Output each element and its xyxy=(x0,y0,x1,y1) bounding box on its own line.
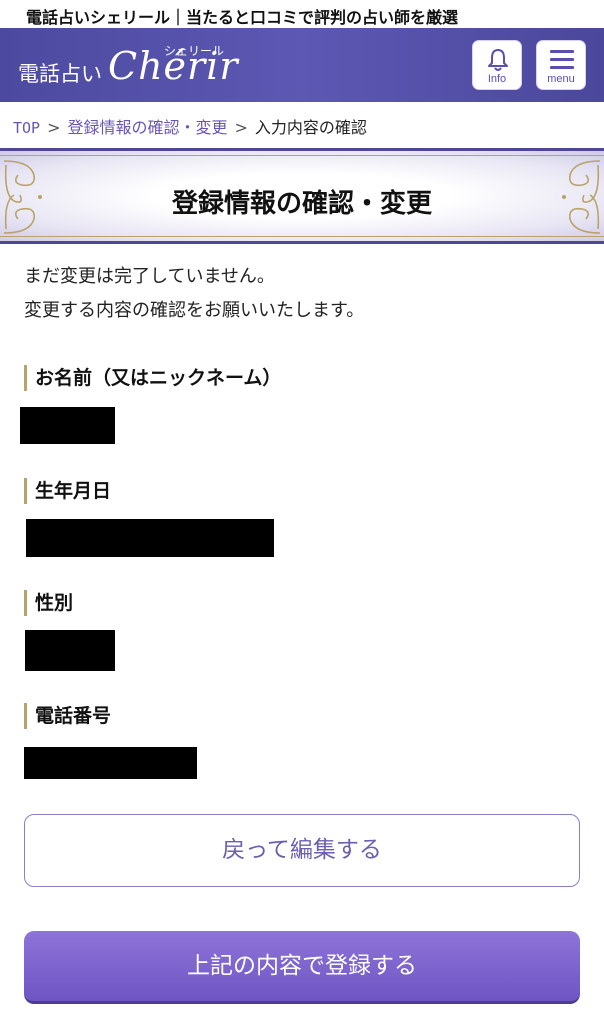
logo-katakana: シェリール xyxy=(164,44,225,58)
intro-line: まだ変更は完了していません。 xyxy=(24,266,275,287)
info-button[interactable]: Info xyxy=(472,40,522,90)
menu-button[interactable]: menu xyxy=(536,40,586,90)
field-label-gender: 性別 xyxy=(24,590,73,616)
breadcrumb: TOP > 登録情報の確認・変更 > 入力内容の確認 xyxy=(13,114,367,138)
breadcrumb-top-link[interactable]: TOP xyxy=(13,119,40,137)
breadcrumb-separator: > xyxy=(47,118,61,137)
hamburger-icon xyxy=(550,50,574,69)
page-title-panel: 登録情報の確認・変更 xyxy=(0,148,604,244)
breadcrumb-account-link[interactable]: 登録情報の確認・変更 xyxy=(68,118,228,137)
submit-button[interactable]: 上記の内容で登録する xyxy=(24,931,580,1004)
redacted-gender-value xyxy=(25,630,115,671)
title-divider xyxy=(0,236,604,237)
field-label-phone: 電話番号 xyxy=(24,703,111,729)
site-header: 電話占い Chérir シェリール Info menu xyxy=(0,28,604,102)
back-to-edit-button[interactable]: 戻って編集する xyxy=(24,814,580,887)
redacted-birthdate-value xyxy=(26,519,274,557)
field-label-name: お名前（又はニックネーム） xyxy=(24,365,281,391)
title-divider xyxy=(0,155,604,156)
info-button-label: Info xyxy=(487,73,507,85)
breadcrumb-separator: > xyxy=(234,118,248,137)
site-tagline: 電話占いシェリール｜当たると口コミで評判の占い師を厳選 xyxy=(0,0,604,28)
page-title: 登録情報の確認・変更 xyxy=(171,189,432,219)
redacted-name-value xyxy=(20,407,115,444)
redacted-phone-value xyxy=(24,747,197,779)
breadcrumb-current: 入力内容の確認 xyxy=(254,118,367,137)
intro-message: まだ変更は完了していません。 変更する内容の確認をお願いいたします。 xyxy=(24,260,364,328)
logo-japanese: 電話占い xyxy=(18,62,102,86)
field-label-birthdate: 生年月日 xyxy=(24,478,111,504)
menu-button-label: menu xyxy=(547,73,575,85)
intro-line: 変更する内容の確認をお願いいたします。 xyxy=(24,300,365,321)
bell-icon xyxy=(488,49,508,71)
